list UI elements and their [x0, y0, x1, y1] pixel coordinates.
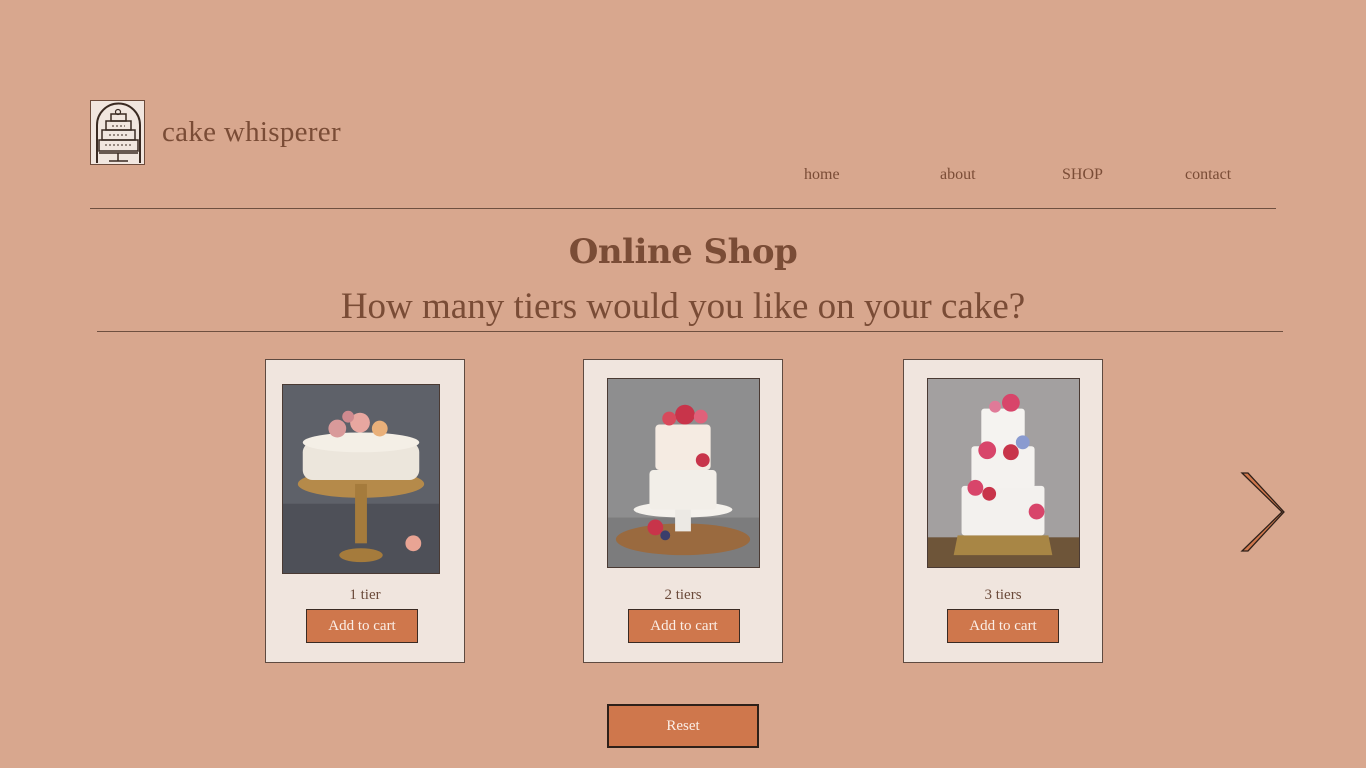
nav-home[interactable]: home [804, 166, 840, 184]
add-to-cart-button-2-tiers[interactable]: Add to cart [628, 609, 740, 643]
product-label: 3 tiers [984, 587, 1022, 603]
brand-name: cake whisperer [162, 116, 341, 148]
add-to-cart-button-3-tiers[interactable]: Add to cart [947, 609, 1059, 643]
one-tier-cake-photo [282, 384, 440, 574]
section-divider [97, 331, 1283, 332]
nav-contact[interactable]: contact [1185, 166, 1231, 184]
reset-button[interactable]: Reset [607, 704, 759, 748]
product-card-1-tier: 1 tier Add to cart [265, 359, 465, 663]
cake-logo-icon[interactable] [90, 100, 145, 165]
nav-about[interactable]: about [940, 166, 976, 184]
product-card-2-tiers: 2 tiers Add to cart [583, 359, 783, 663]
three-tier-cake-photo [927, 378, 1080, 568]
add-to-cart-button-1-tier[interactable]: Add to cart [306, 609, 418, 643]
nav-shop[interactable]: SHOP [1062, 166, 1103, 184]
product-label: 1 tier [349, 587, 381, 603]
tiers-question: How many tiers would you like on your ca… [340, 286, 1026, 327]
chevron-right-icon[interactable] [1240, 470, 1286, 554]
two-tier-cake-photo [607, 378, 760, 568]
product-card-3-tiers: 3 tiers Add to cart [903, 359, 1103, 663]
page-title: Online Shop [568, 232, 798, 272]
header-divider [90, 208, 1276, 209]
product-label: 2 tiers [664, 587, 702, 603]
